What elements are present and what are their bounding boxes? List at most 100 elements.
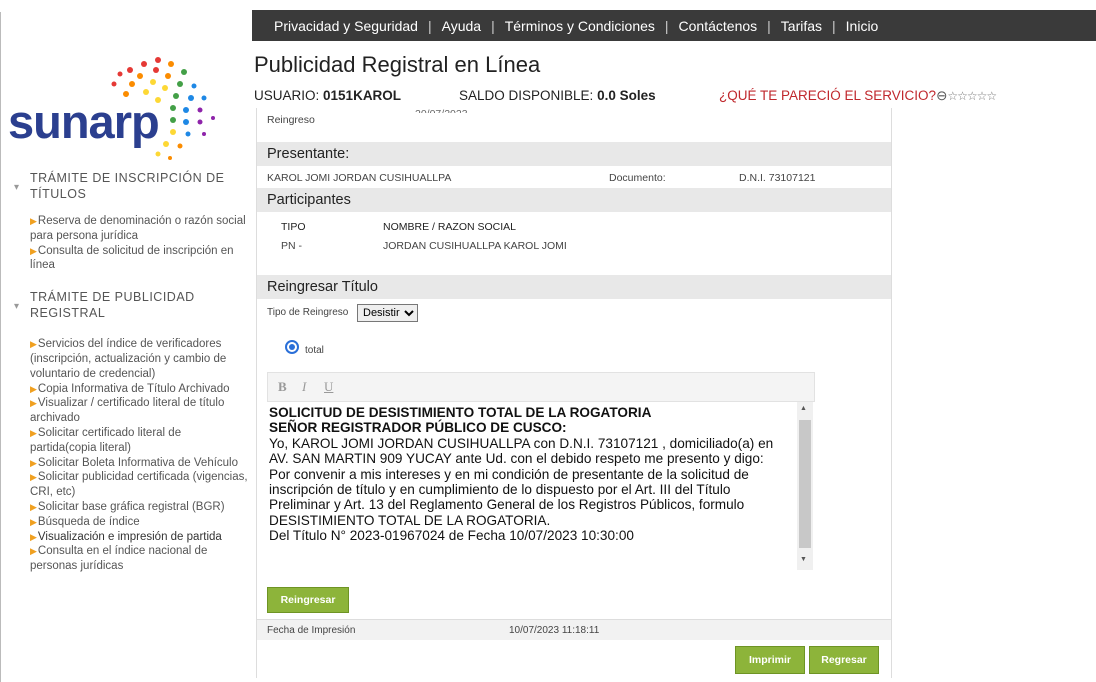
nav-terminos[interactable]: Términos y Condiciones <box>495 18 665 34</box>
sidebar-link-label: Solicitar Boleta Informativa de Vehículo <box>37 456 239 469</box>
editor-paragraph-2: Por convenir a mis intereses y en mi con… <box>269 466 749 528</box>
regresar-button[interactable]: Regresar <box>809 646 879 674</box>
reingresar-button[interactable]: Reingresar <box>267 587 349 613</box>
arrow-right-icon: ▶ <box>30 546 37 557</box>
sidebar-link-reserva[interactable]: ▶Reserva de denominación o razón social … <box>30 214 250 244</box>
documento-label: Documento: <box>609 172 666 184</box>
reingreso-date-partial: 20/07/2023 <box>415 108 468 113</box>
arrow-right-icon: ▶ <box>30 383 37 394</box>
presentante-header: Presentante: <box>257 142 891 166</box>
nav-ayuda[interactable]: Ayuda <box>432 18 491 34</box>
sidebar-section-publicidad: ▾ TRÁMITE DE PUBLICIDAD REGISTRAL ▶Servi… <box>10 289 250 574</box>
sidebar-link-certificado-literal[interactable]: ▶Solicitar certificado literal de partid… <box>30 426 250 456</box>
sidebar-link-visualizar-certificado[interactable]: ▶Visualizar / certificado literal de tít… <box>30 396 250 426</box>
sidebar-link-label: Solicitar base gráfica registral (BGR) <box>37 500 225 513</box>
logo-wordmark: sunarp <box>8 95 160 148</box>
feedback-prompt[interactable]: ¿QUÉ TE PARECIÓ EL SERVICIO?⊖☆☆☆☆☆ <box>719 88 997 104</box>
arrow-right-icon: ▶ <box>30 531 37 542</box>
bold-button[interactable]: B <box>278 379 287 395</box>
arrow-right-icon: ▶ <box>30 516 37 527</box>
arrow-right-icon: ▶ <box>30 245 37 256</box>
arrow-right-icon: ▶ <box>30 427 37 438</box>
editor-textarea[interactable]: SOLICITUD DE DESISTIMIENTO TOTAL DE LA R… <box>267 402 815 572</box>
editor-heading-2: SEÑOR REGISTRADOR PÚBLICO DE CUSCO: <box>269 420 567 436</box>
reingreso-label: Reingreso <box>267 114 315 126</box>
total-radio[interactable] <box>285 340 299 354</box>
user-info: USUARIO: 0151KAROL <box>254 88 401 103</box>
nav-contactenos[interactable]: Contáctenos <box>669 18 768 34</box>
arrow-right-icon: ▶ <box>30 501 37 512</box>
sidebar-link-label: Solicitar publicidad certificada (vigenc… <box>30 471 248 499</box>
imprimir-button[interactable]: Imprimir <box>735 646 805 674</box>
total-radio-label: total <box>305 345 324 356</box>
scroll-up-icon[interactable]: ▲ <box>800 405 807 412</box>
sidebar-links: ▶Reserva de denominación o razón social … <box>30 214 250 273</box>
documento-value: D.N.I. 73107121 <box>739 172 816 184</box>
fecha-label: Fecha de Impresión <box>267 625 356 636</box>
sidebar-link-label: Consulta en el índice nacional de person… <box>30 545 208 573</box>
arrow-right-icon: ▶ <box>30 339 37 350</box>
caret-down-icon: ▾ <box>14 182 20 193</box>
participantes-header: Participantes <box>257 188 891 212</box>
underline-button[interactable]: U <box>324 379 333 395</box>
feedback-text: ¿QUÉ TE PARECIÓ EL SERVICIO? <box>719 88 937 103</box>
top-navigation: Privacidad y Seguridad | Ayuda | Término… <box>252 10 1096 41</box>
reset-rating-icon[interactable]: ⊖ <box>936 88 947 103</box>
editor-heading-1: SOLICITUD DE DESISTIMIENTO TOTAL DE LA R… <box>269 405 652 420</box>
fecha-value: 10/07/2023 11:18:11 <box>509 625 600 636</box>
editor-paragraph-1: Yo, KAROL JOMI JORDAN CUSIHUALLPA con D.… <box>269 435 774 467</box>
arrow-right-icon: ▶ <box>30 457 37 468</box>
nombre-column-header: NOMBRE / RAZON SOCIAL <box>383 221 517 233</box>
sidebar-link-boleta-vehiculo[interactable]: ▶Solicitar Boleta Informativa de Vehícul… <box>30 456 250 471</box>
page-title: Publicidad Registral en Línea <box>254 52 541 77</box>
editor-toolbar: B I U <box>267 372 815 402</box>
sidebar-section-title-text: TRÁMITE DE INSCRIPCIÓN DE TÍTULOS <box>30 171 225 201</box>
scroll-down-icon[interactable]: ▼ <box>800 556 807 563</box>
balance-label: SALDO DISPONIBLE: <box>459 88 594 103</box>
balance-info: SALDO DISPONIBLE: 0.0 Soles <box>459 88 656 103</box>
nav-privacidad[interactable]: Privacidad y Seguridad <box>252 18 428 34</box>
sidebar-link-publicidad-certificada[interactable]: ▶Solicitar publicidad certificada (vigen… <box>30 470 250 500</box>
sidebar-section-title[interactable]: ▾ TRÁMITE DE INSCRIPCIÓN DE TÍTULOS <box>14 170 250 202</box>
arrow-right-icon: ▶ <box>30 398 37 409</box>
participant-tipo: PN - <box>281 240 302 252</box>
presentante-name: KAROL JOMI JORDAN CUSIHUALLPA <box>267 172 452 184</box>
editor-content: SOLICITUD DE DESISTIMIENTO TOTAL DE LA R… <box>269 405 794 544</box>
sidebar-link-consulta-solicitud[interactable]: ▶Consulta de solicitud de inscripción en… <box>30 244 250 274</box>
sidebar-link-label: Consulta de solicitud de inscripción en … <box>30 244 234 272</box>
tipo-column-header: TIPO <box>281 221 306 233</box>
sidebar-link-copia-informativa[interactable]: ▶Copia Informativa de Título Archivado <box>30 382 250 397</box>
editor-paragraph-3: Del Título N° 2023-01967024 de Fecha 10/… <box>269 528 634 544</box>
sidebar-link-base-grafica[interactable]: ▶Solicitar base gráfica registral (BGR) <box>30 500 250 515</box>
sidebar-section-inscripcion: ▾ TRÁMITE DE INSCRIPCIÓN DE TÍTULOS ▶Res… <box>10 170 250 273</box>
nav-inicio[interactable]: Inicio <box>836 18 889 34</box>
sidebar-link-label: Búsqueda de índice <box>37 515 140 528</box>
nav-tarifas[interactable]: Tarifas <box>771 18 832 34</box>
sidebar-link-label: Solicitar certificado literal de partida… <box>30 426 182 454</box>
sidebar-link-label: Servicios del índice de verificadores (i… <box>30 338 227 380</box>
rating-stars[interactable]: ☆☆☆☆☆ <box>947 89 997 103</box>
sunarp-logo[interactable]: sunarp <box>8 50 248 170</box>
sidebar: ▾ TRÁMITE DE INSCRIPCIÓN DE TÍTULOS ▶Res… <box>10 170 250 588</box>
left-frame-border <box>0 12 1 682</box>
tipo-reingreso-select[interactable]: Desistir <box>357 304 418 322</box>
editor-scrollbar[interactable]: ▲ ▼ <box>797 402 813 570</box>
italic-button[interactable]: I <box>302 379 306 395</box>
participant-nombre: JORDAN CUSIHUALLPA KAROL JOMI <box>383 240 567 252</box>
user-value: 0151KAROL <box>323 88 402 103</box>
balance-value: 0.0 Soles <box>597 88 656 103</box>
sidebar-link-indice-verificadores[interactable]: ▶Servicios del índice de verificadores (… <box>30 337 250 381</box>
sidebar-section-title[interactable]: ▾ TRÁMITE DE PUBLICIDAD REGISTRAL <box>14 289 250 321</box>
caret-down-icon: ▾ <box>14 301 20 313</box>
sidebar-section-title-text: TRÁMITE DE PUBLICIDAD REGISTRAL <box>30 290 195 321</box>
sidebar-link-busqueda-indice[interactable]: ▶Búsqueda de índice <box>30 515 250 530</box>
reingresar-header: Reingresar Título <box>257 275 891 299</box>
main-panel: Reingreso 20/07/2023 Presentante: KAROL … <box>256 108 892 678</box>
sidebar-link-visualizacion-partida[interactable]: ▶Visualización e impresión de partida <box>30 530 250 545</box>
sidebar-link-label: Reserva de denominación o razón social p… <box>30 215 246 242</box>
arrow-right-icon: ▶ <box>30 216 37 226</box>
tipo-reingreso-label: Tipo de Reingreso <box>267 307 349 318</box>
arrow-right-icon: ▶ <box>30 472 37 483</box>
scrollbar-thumb[interactable] <box>799 420 811 548</box>
sidebar-link-indice-nacional[interactable]: ▶Consulta en el índice nacional de perso… <box>30 544 250 574</box>
